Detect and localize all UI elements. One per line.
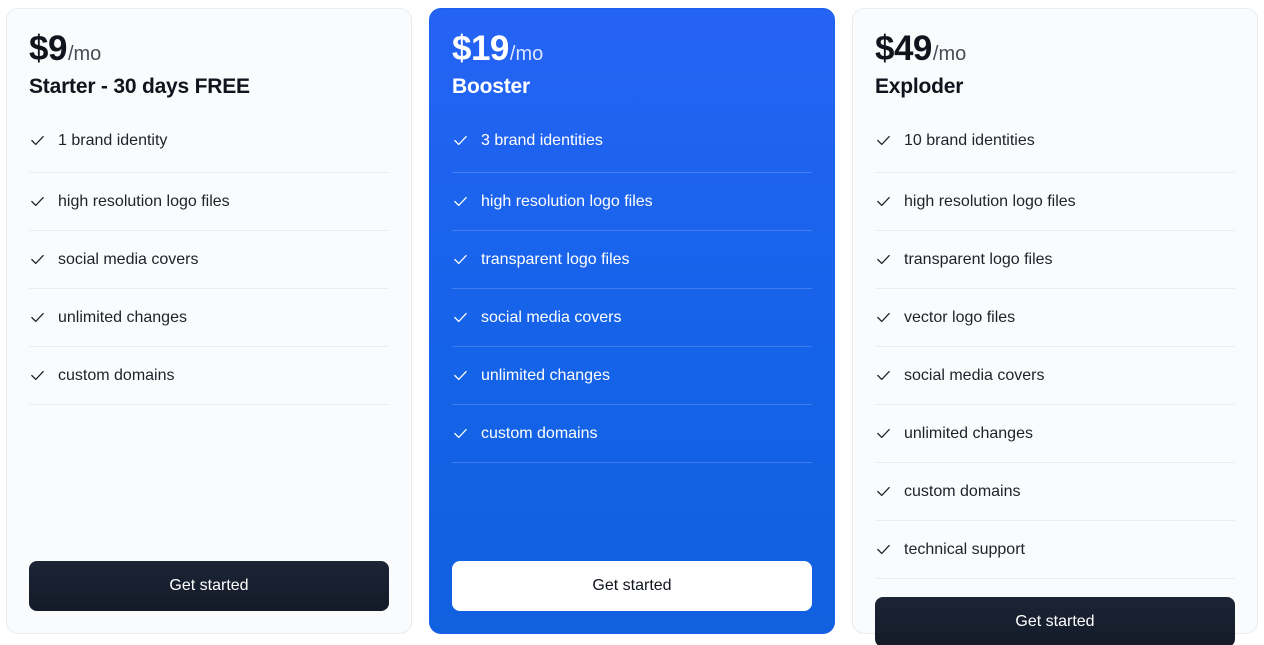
check-icon <box>875 367 892 384</box>
check-icon <box>29 367 46 384</box>
price-line: $19/mo <box>452 31 812 66</box>
feature-row: social media covers <box>875 347 1235 406</box>
plan-name: Exploder <box>875 75 964 98</box>
price-line: $49/mo <box>875 31 1235 66</box>
feature-row: high resolution logo files <box>875 173 1235 232</box>
check-icon <box>875 132 892 149</box>
feature-row: unlimited changes <box>875 405 1235 464</box>
check-icon <box>29 251 46 268</box>
feature-row: technical support <box>875 521 1235 580</box>
feature-label: vector logo files <box>904 308 1016 326</box>
feature-label: custom domains <box>481 424 598 442</box>
feature-row: high resolution logo files <box>29 173 389 232</box>
price-amount: $9 <box>29 29 67 68</box>
feature-label: unlimited changes <box>904 424 1033 442</box>
feature-list: 3 brand identities high resolution logo f… <box>452 115 812 543</box>
feature-label: custom domains <box>58 366 175 384</box>
check-icon <box>875 483 892 500</box>
feature-label: transparent logo files <box>481 250 630 268</box>
feature-list: 10 brand identities high resolution logo … <box>875 115 1235 580</box>
pricing-card-booster: $19/mo Booster 3 brand identities high reso… <box>429 8 835 634</box>
pricing-card-exploder: $49/mo Exploder 10 brand identities high re… <box>852 8 1258 645</box>
feature-label: high resolution logo files <box>481 192 653 210</box>
pricing-card-starter: $9/mo Starter - 30 days FREE 1 brand ident… <box>6 8 412 634</box>
feature-row: social media covers <box>29 231 389 290</box>
feature-row: vector logo files <box>875 289 1235 348</box>
feature-label: unlimited changes <box>58 308 187 326</box>
feature-label: social media covers <box>904 366 1045 384</box>
feature-label: 1 brand identity <box>58 131 168 149</box>
check-icon <box>452 251 469 268</box>
feature-row: custom domains <box>875 463 1235 522</box>
check-icon <box>875 425 892 442</box>
price-period: /mo <box>932 43 967 65</box>
price-amount: $19 <box>452 29 509 68</box>
feature-row: transparent logo files <box>452 231 812 290</box>
feature-label: high resolution logo files <box>58 192 230 210</box>
feature-label: social media covers <box>58 250 199 268</box>
check-icon <box>29 193 46 210</box>
plan-name: Booster <box>452 75 530 98</box>
price-period: /mo <box>67 43 102 65</box>
feature-label: transparent logo files <box>904 250 1053 268</box>
feature-label: custom domains <box>904 482 1021 500</box>
get-started-button[interactable]: Get started <box>29 561 389 611</box>
check-icon <box>875 193 892 210</box>
price-period: /mo <box>509 43 544 65</box>
feature-label: technical support <box>904 540 1025 558</box>
feature-list: 1 brand identity high resolution logo fil… <box>29 115 389 543</box>
check-icon <box>452 425 469 442</box>
check-icon <box>452 309 469 326</box>
feature-label: unlimited changes <box>481 366 610 384</box>
feature-row: transparent logo files <box>875 231 1235 290</box>
check-icon <box>875 309 892 326</box>
feature-label: high resolution logo files <box>904 192 1076 210</box>
feature-row: custom domains <box>29 347 389 406</box>
feature-label: 10 brand identities <box>904 131 1035 149</box>
feature-label: social media covers <box>481 308 622 326</box>
feature-row: custom domains <box>452 405 812 464</box>
feature-row: high resolution logo files <box>452 173 812 232</box>
feature-row: unlimited changes <box>452 347 812 406</box>
get-started-button[interactable]: Get started <box>875 597 1235 645</box>
feature-row: social media covers <box>452 289 812 348</box>
check-icon <box>29 309 46 326</box>
check-icon <box>452 367 469 384</box>
get-started-button[interactable]: Get started <box>452 561 812 611</box>
check-icon <box>29 132 46 149</box>
pricing-plans-grid: $9/mo Starter - 30 days FREE 1 brand ident… <box>0 0 1264 645</box>
check-icon <box>875 251 892 268</box>
feature-row: unlimited changes <box>29 289 389 348</box>
plan-name: Starter - 30 days FREE <box>29 75 250 98</box>
check-icon <box>875 541 892 558</box>
feature-row: 10 brand identities <box>875 115 1235 174</box>
check-icon <box>452 193 469 210</box>
feature-row: 3 brand identities <box>452 115 812 174</box>
check-icon <box>452 132 469 149</box>
price-line: $9/mo <box>29 31 389 66</box>
feature-row: 1 brand identity <box>29 115 389 174</box>
price-amount: $49 <box>875 29 932 68</box>
feature-label: 3 brand identities <box>481 131 603 149</box>
